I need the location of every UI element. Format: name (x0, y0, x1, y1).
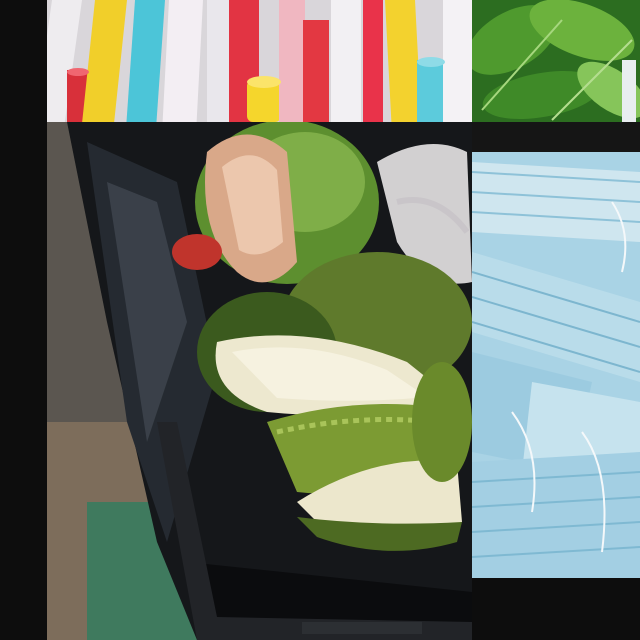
left-black-border (0, 0, 47, 640)
waste-bin-photo-tile (47, 122, 472, 640)
tile-gap (472, 122, 640, 152)
leaves-photo-tile (472, 0, 640, 122)
bottom-right-black-area (472, 578, 640, 640)
straws-photo-tile (47, 0, 472, 122)
face-masks-photo-tile (472, 152, 640, 578)
waste-bin-image (47, 122, 472, 640)
leaves-image (472, 0, 640, 122)
face-masks-image (472, 152, 640, 578)
straws-image (47, 0, 472, 122)
